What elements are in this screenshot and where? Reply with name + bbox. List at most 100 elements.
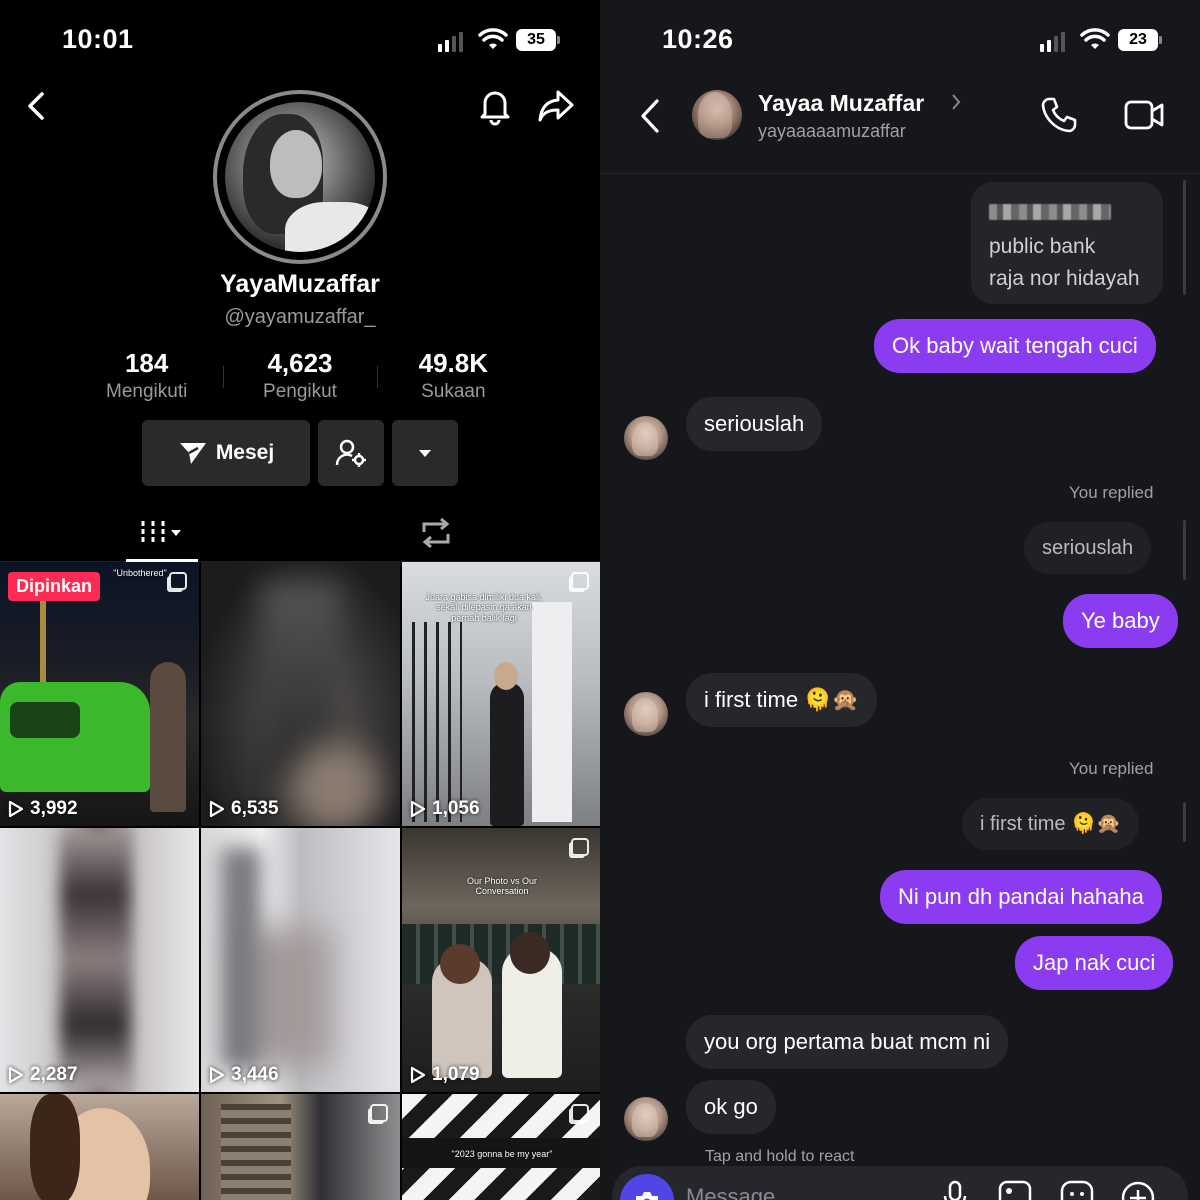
- chat-header: 10:26 23 Yayaa Muzaffar yayaaaaamuzaffar: [600, 0, 1200, 174]
- stat-followers[interactable]: 4,623 Pengikut: [223, 348, 376, 403]
- video-thumbnail[interactable]: [0, 1094, 199, 1200]
- view-count-value: 1,056: [432, 798, 480, 819]
- instagram-dm-screen: 10:26 23 Yayaa Muzaffar yayaaaaamuzaffar: [600, 0, 1200, 1200]
- view-count: 1,079: [410, 1064, 480, 1086]
- profile-tabs: [0, 506, 600, 562]
- sender-avatar[interactable]: [624, 416, 668, 460]
- carousel-icon: [571, 1104, 589, 1122]
- view-count: 3,992: [8, 798, 78, 820]
- thumbnail-caption: Juara gabisa dimiliki dua kali, sekali d…: [425, 592, 543, 623]
- quoted-reply[interactable]: i first time 🫠🙊: [962, 798, 1139, 850]
- battery-indicator: 23: [1118, 29, 1162, 51]
- play-icon: [8, 800, 24, 818]
- contact-name[interactable]: Yayaa Muzaffar: [758, 90, 924, 117]
- quoted-reply[interactable]: seriouslah: [1024, 522, 1152, 574]
- gallery-icon[interactable]: [998, 1180, 1032, 1200]
- carousel-icon: [571, 572, 589, 590]
- bell-icon[interactable]: [476, 86, 514, 126]
- play-icon: [410, 800, 426, 818]
- thumbnail-caption: "Unbothered": [113, 568, 167, 578]
- status-bar: 10:01 35: [0, 24, 600, 56]
- microphone-icon[interactable]: [942, 1180, 968, 1200]
- stat-value: 184: [124, 348, 169, 378]
- repost-icon[interactable]: [416, 514, 456, 552]
- camera-button[interactable]: [620, 1174, 674, 1200]
- video-thumbnail[interactable]: Dipinkan "Unbothered" 3,992: [0, 562, 199, 826]
- thumbnail-caption: "2023 gonna be my year": [451, 1149, 553, 1159]
- view-count-value: 6,535: [231, 798, 279, 819]
- view-count-value: 3,992: [30, 798, 78, 819]
- scrollbar-segment: [1183, 520, 1186, 580]
- message-bubble-outgoing[interactable]: Jap nak cuci: [1015, 936, 1174, 991]
- message-input-placeholder[interactable]: Message: [686, 1184, 775, 1200]
- video-thumbnail[interactable]: [201, 1094, 400, 1200]
- sender-avatar[interactable]: [624, 692, 668, 736]
- message-bubble-incoming[interactable]: you org pertama buat mcm ni: [686, 1015, 1009, 1070]
- message-bubble-outgoing[interactable]: Ok baby wait tengah cuci: [874, 319, 1156, 374]
- status-time: 10:01: [62, 24, 134, 54]
- stat-label: Pengikut: [263, 381, 337, 402]
- tiktok-profile-screen: 10:01 35 YayaMuzaffar @yayamuzaffar_ 184…: [0, 0, 600, 1200]
- message-composer[interactable]: Message: [612, 1166, 1188, 1200]
- share-icon[interactable]: [536, 88, 576, 124]
- profile-handle: @yayamuzaffar_: [224, 306, 376, 328]
- signal-icon: [1040, 32, 1065, 52]
- back-icon[interactable]: [638, 98, 662, 134]
- status-bar: 10:26 23: [600, 24, 1200, 56]
- reply-label: You replied: [1069, 483, 1154, 502]
- sticker-icon[interactable]: [1060, 1180, 1094, 1200]
- stat-following[interactable]: 184 Mengikuti: [70, 348, 223, 403]
- message-bubble-incoming[interactable]: seriouslah: [686, 397, 823, 452]
- profile-display-name: YayaMuzaffar: [220, 270, 380, 298]
- back-icon[interactable]: [22, 88, 52, 124]
- sender-avatar[interactable]: [624, 1097, 668, 1141]
- view-count: 6,535: [209, 798, 279, 820]
- video-thumbnail[interactable]: 6,535: [201, 562, 400, 826]
- scrollbar-segment[interactable]: [1183, 180, 1186, 295]
- video-thumbnail[interactable]: "2023 gonna be my year": [402, 1094, 600, 1200]
- caret-down-icon: [419, 450, 431, 457]
- message-bubble-outgoing[interactable]: Ye baby: [1063, 594, 1178, 649]
- pinned-badge: Dipinkan: [8, 572, 101, 601]
- video-call-icon[interactable]: [1124, 98, 1164, 132]
- message-bubble-incoming[interactable]: i first time 🫠🙊: [686, 673, 878, 728]
- scrollbar-segment: [1183, 802, 1186, 842]
- play-icon: [209, 800, 225, 818]
- view-count: 1,056: [410, 798, 480, 820]
- message-line: raja nor hidayah: [989, 267, 1140, 291]
- stat-label: Mengikuti: [106, 381, 188, 402]
- tab-videos[interactable]: [126, 506, 198, 562]
- phone-icon[interactable]: [1040, 96, 1078, 134]
- contact-avatar[interactable]: [692, 90, 742, 140]
- status-time: 10:26: [662, 24, 734, 54]
- message-bubble-incoming[interactable]: ok go: [686, 1080, 776, 1135]
- video-thumbnail[interactable]: Our Photo vs Our Conversation 1,079: [402, 828, 600, 1092]
- wifi-icon: [1080, 28, 1110, 49]
- wifi-icon: [478, 28, 508, 49]
- video-thumbnail[interactable]: 3,446: [201, 828, 400, 1092]
- play-icon: [8, 1066, 24, 1084]
- add-friend-settings-button[interactable]: [318, 420, 384, 486]
- message-line: public bank: [989, 234, 1096, 258]
- profile-avatar[interactable]: [225, 102, 375, 252]
- play-icon: [410, 1066, 426, 1084]
- play-icon: [209, 1066, 225, 1084]
- camera-icon: [636, 1192, 658, 1200]
- message-bubble-incoming[interactable]: public bank raja nor hidayah: [971, 182, 1163, 304]
- view-count-value: 1,079: [432, 1064, 480, 1085]
- more-dropdown-button[interactable]: [392, 420, 458, 486]
- stat-value: 49.8K: [418, 348, 489, 378]
- carousel-icon: [571, 838, 589, 856]
- view-count-value: 2,287: [30, 1064, 78, 1085]
- view-count-value: 3,446: [231, 1064, 279, 1085]
- redacted-account-number: [989, 198, 1145, 231]
- message-button[interactable]: Mesej: [142, 420, 310, 486]
- contact-username: yayaaaaamuzaffar: [758, 121, 906, 141]
- carousel-icon: [169, 572, 187, 590]
- battery-indicator: 35: [516, 29, 560, 51]
- message-bubble-outgoing[interactable]: Ni pun dh pandai hahaha: [880, 870, 1162, 925]
- plus-circle-icon[interactable]: [1120, 1180, 1156, 1200]
- stat-likes: 49.8K Sukaan: [376, 348, 530, 403]
- video-thumbnail[interactable]: Juara gabisa dimiliki dua kali, sekali d…: [402, 562, 600, 826]
- video-thumbnail[interactable]: 2,287: [0, 828, 199, 1092]
